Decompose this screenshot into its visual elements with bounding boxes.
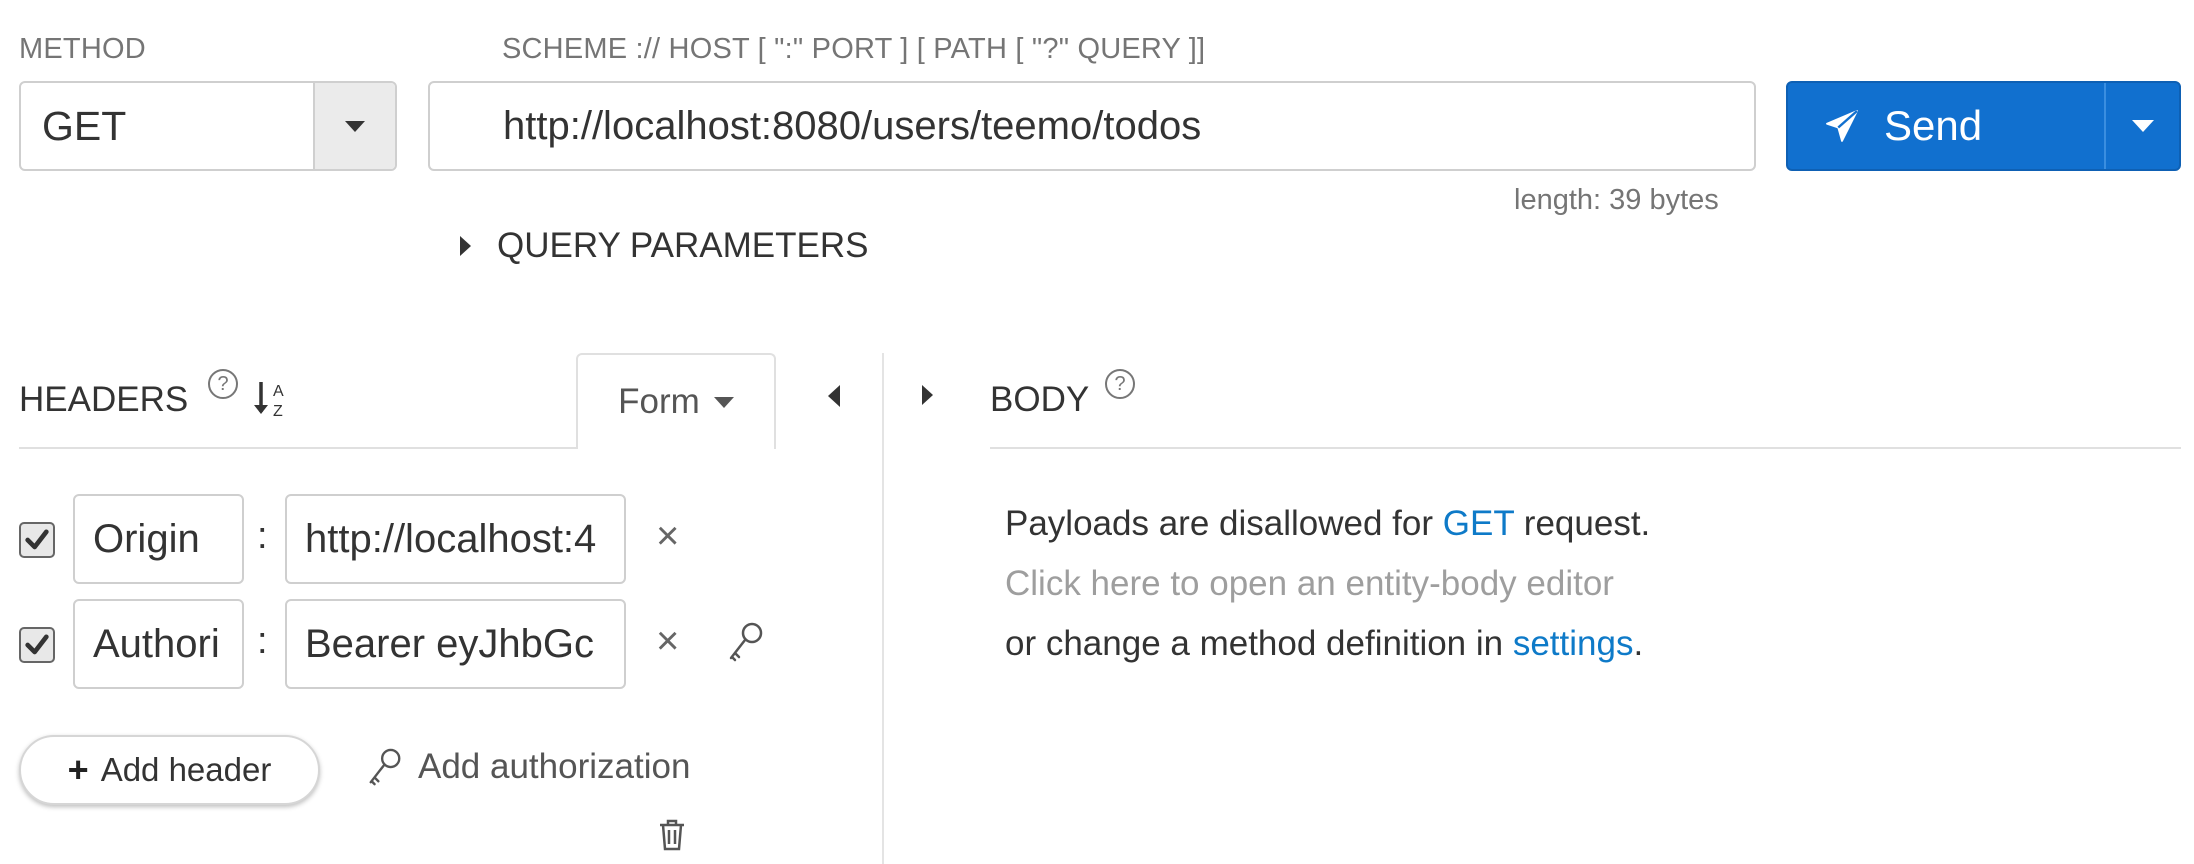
send-button[interactable]: Send — [1788, 83, 2104, 169]
header-separator: : — [257, 620, 268, 662]
help-icon[interactable]: ? — [1105, 369, 1135, 399]
add-authorization-button[interactable]: Add authorization — [366, 745, 690, 789]
query-parameters-toggle[interactable]: QUERY PARAMETERS — [460, 226, 868, 266]
sort-az-icon[interactable]: A Z — [251, 378, 291, 425]
caret-right-icon — [922, 385, 933, 405]
remove-header-button[interactable]: × — [656, 619, 679, 664]
open-entity-body-editor-link[interactable]: Click here to open an entity-body editor — [1005, 554, 2175, 614]
add-header-button[interactable]: + Add header — [19, 735, 320, 805]
headers-divider — [19, 447, 576, 449]
key-icon — [369, 748, 401, 786]
method-link[interactable]: GET — [1443, 504, 1514, 543]
paper-plane-icon — [1826, 110, 1858, 142]
send-button-group[interactable]: Send — [1786, 81, 2181, 171]
body-text: Payloads are disallowed for — [1005, 504, 1443, 543]
method-dropdown-toggle[interactable] — [313, 83, 395, 169]
header-name-input[interactable]: Origin — [73, 494, 244, 584]
caret-left-icon — [828, 385, 840, 407]
url-hint-label: SCHEME :// HOST [ ":" PORT ] [ PATH [ "?… — [502, 33, 1206, 65]
method-select[interactable]: GET — [19, 81, 397, 171]
settings-link[interactable]: settings — [1513, 624, 1634, 663]
checkbox-icon — [25, 634, 49, 655]
url-length: length: 39 bytes — [1514, 184, 1719, 216]
body-divider — [990, 447, 2181, 449]
svg-text:Z: Z — [273, 403, 283, 420]
header-value-input[interactable]: http://localhost:4 — [285, 494, 626, 584]
panel-splitter[interactable] — [882, 353, 884, 864]
header-name-input[interactable]: Authori — [73, 599, 244, 689]
add-header-label: Add header — [100, 751, 272, 788]
remove-header-button[interactable]: × — [656, 514, 679, 559]
svg-text:A: A — [273, 383, 284, 400]
body-message-line: or change a method definition in setting… — [1005, 614, 2175, 674]
header-enabled-checkbox[interactable] — [19, 522, 55, 558]
header-separator: : — [257, 515, 268, 557]
headers-form-tab[interactable]: Form — [576, 353, 776, 449]
headers-title: HEADERS — [19, 380, 189, 419]
send-options-toggle[interactable] — [2104, 83, 2179, 169]
caret-down-icon — [713, 396, 734, 408]
method-value: GET — [42, 103, 127, 149]
header-enabled-checkbox[interactable] — [19, 627, 55, 663]
send-label: Send — [1884, 102, 1983, 149]
body-text: request. — [1514, 504, 1651, 543]
method-label: METHOD — [19, 33, 146, 65]
body-text: . — [1633, 624, 1644, 663]
caret-down-icon — [345, 120, 365, 132]
help-icon[interactable]: ? — [208, 369, 238, 399]
url-input[interactable] — [428, 81, 1756, 171]
caret-right-icon — [460, 236, 471, 256]
body-message-line: Payloads are disallowed for GET request. — [1005, 494, 2175, 554]
form-tab-label: Form — [618, 382, 700, 421]
caret-down-icon — [2131, 120, 2154, 132]
body-message: Payloads are disallowed for GET request.… — [1005, 494, 2175, 674]
expand-body-toggle[interactable] — [922, 385, 933, 405]
header-value-input[interactable]: Bearer eyJhbGc — [285, 599, 626, 689]
query-parameters-label: QUERY PARAMETERS — [497, 226, 869, 265]
collapse-headers-toggle[interactable] — [828, 385, 840, 407]
trash-icon[interactable] — [657, 818, 687, 857]
checkbox-icon — [25, 529, 49, 550]
plus-icon: + — [67, 749, 89, 790]
body-text: or change a method definition in — [1005, 624, 1513, 663]
key-icon[interactable] — [726, 620, 766, 669]
body-title: BODY — [990, 380, 1090, 419]
add-authorization-label: Add authorization — [418, 747, 691, 786]
